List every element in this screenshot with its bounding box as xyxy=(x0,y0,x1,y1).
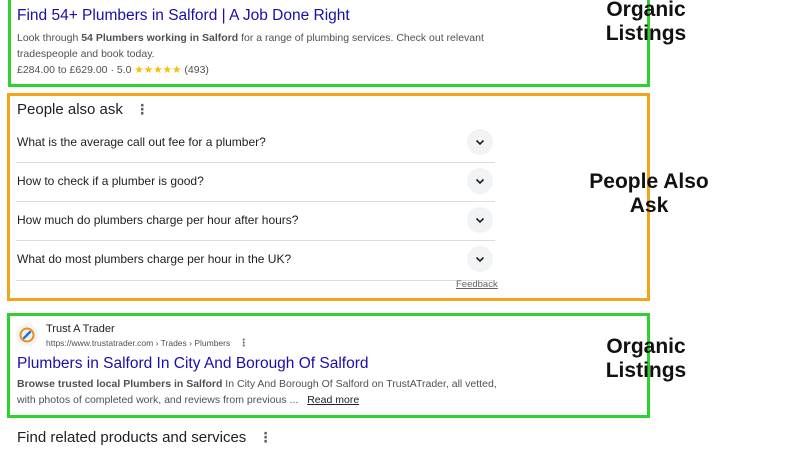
snippet-bold-text: Browse trusted local Plumbers in Salford xyxy=(17,378,223,390)
snippet-text: with photos of completed work, and revie… xyxy=(17,394,299,407)
annotation-organic-top: Organic Listings xyxy=(566,0,726,45)
snippet-text: tradespeople and book today. xyxy=(17,48,155,61)
price-range: £284.00 to £629.00 xyxy=(17,64,108,76)
paa-question-text: How to check if a plumber is good? xyxy=(17,174,204,188)
paa-header: People also ask ⋮ xyxy=(17,101,149,118)
annotation-line: Listings xyxy=(605,358,687,382)
paa-question-text: What is the average call out fee for a p… xyxy=(17,135,266,149)
paa-question-row[interactable]: How much do plumbers charge per hour aft… xyxy=(16,202,495,241)
annotation-line: Listings xyxy=(605,21,687,45)
site-name[interactable]: Trust A Trader xyxy=(46,323,115,335)
separator: · xyxy=(110,64,114,76)
paa-question-row[interactable]: What is the average call out fee for a p… xyxy=(16,124,495,163)
organic-result-meta-1: £284.00 to £629.00 · 5.0 ★★★★★ (493) xyxy=(17,62,209,78)
rating-stars: ★★★★★ xyxy=(134,64,182,76)
organic-result-title-2[interactable]: Plumbers in Salford In City And Borough … xyxy=(17,355,369,373)
organic-result-snippet-2: Browse trusted local Plumbers in Salford… xyxy=(17,376,537,409)
organic-result-snippet-1: Look through 54 Plumbers working in Salf… xyxy=(17,30,507,63)
chevron-down-icon[interactable] xyxy=(467,129,493,155)
rating-value: 5.0 xyxy=(116,64,132,76)
snippet-text: for a range of plumbing services. Check … xyxy=(238,32,484,44)
trustatrader-favicon xyxy=(16,324,38,346)
paa-question-row[interactable]: What do most plumbers charge per hour in… xyxy=(16,241,495,281)
snippet-text: In City And Borough Of Salford on TrustA… xyxy=(222,378,497,390)
chevron-down-icon[interactable] xyxy=(467,207,493,233)
related-products-header: Find related products and services ⋮ xyxy=(17,429,272,446)
snippet-bold-text: 54 Plumbers working in Salford xyxy=(81,32,239,44)
site-url[interactable]: https://www.trustatrader.com › Trades › … xyxy=(46,338,249,349)
paa-question-row[interactable]: How to check if a plumber is good? xyxy=(16,163,495,202)
paa-question-text: What do most plumbers charge per hour in… xyxy=(17,252,292,266)
paa-question-text: How much do plumbers charge per hour aft… xyxy=(17,213,299,227)
related-title: Find related products and services xyxy=(17,429,247,446)
annotation-organic-bottom: Organic Listings xyxy=(566,335,726,382)
feedback-link[interactable]: Feedback xyxy=(456,279,498,290)
more-options-icon[interactable]: ⋮ xyxy=(239,338,249,349)
annotation-paa: People Also Ask xyxy=(563,170,735,217)
annotation-line: Organic xyxy=(606,0,686,21)
trustatrader-logo-icon xyxy=(19,327,35,343)
snippet-text: Look through xyxy=(17,32,82,44)
read-more-link[interactable]: Read more xyxy=(307,394,359,406)
more-options-icon[interactable]: ⋮ xyxy=(135,101,149,117)
annotation-line: People Also xyxy=(589,170,709,193)
annotation-line: Organic xyxy=(606,335,686,358)
annotation-line: Ask xyxy=(629,193,669,217)
url-text: https://www.trustatrader.com › Trades › … xyxy=(46,338,231,348)
chevron-down-icon[interactable] xyxy=(467,246,493,272)
chevron-down-icon[interactable] xyxy=(467,168,493,194)
review-count: (493) xyxy=(184,64,209,76)
paa-title: People also ask xyxy=(17,101,123,118)
more-options-icon[interactable]: ⋮ xyxy=(258,429,272,445)
organic-result-title-1[interactable]: Find 54+ Plumbers in Salford | A Job Don… xyxy=(17,7,350,25)
